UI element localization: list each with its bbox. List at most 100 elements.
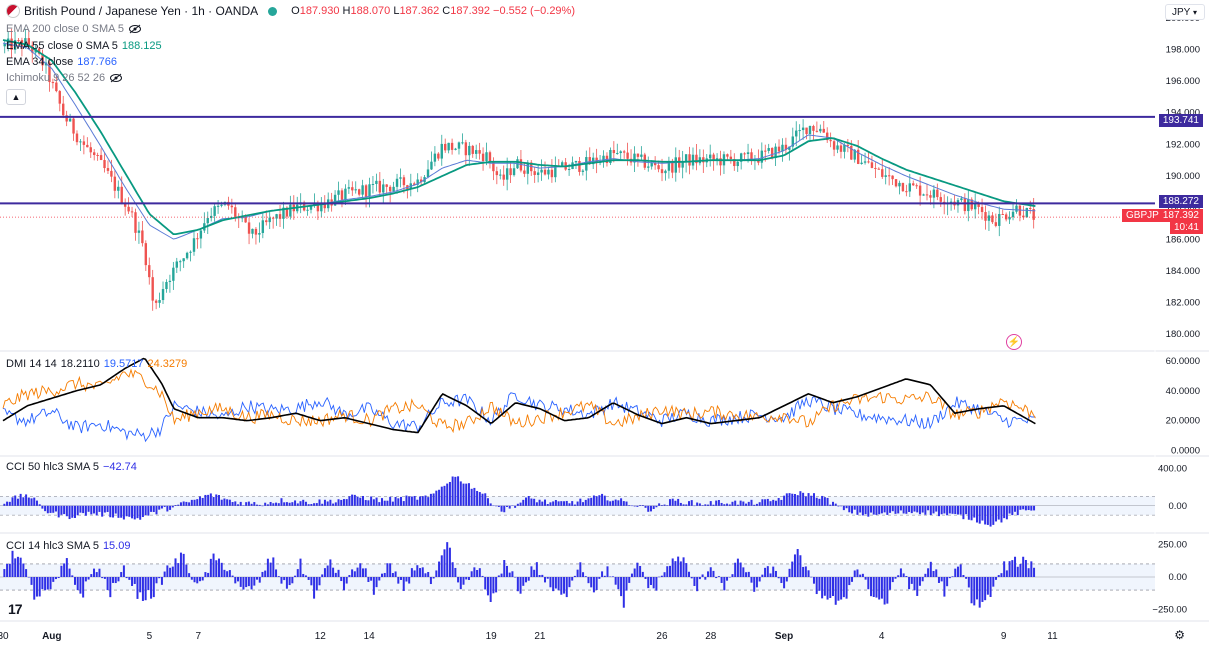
cci50-bar (155, 505, 158, 515)
cci50-bar (872, 505, 875, 515)
candle-body (512, 168, 516, 176)
cci50-bar (584, 499, 587, 506)
cci14-bar (815, 577, 818, 595)
cci14-bar (438, 561, 441, 577)
cci50-bar (245, 502, 248, 506)
cci50-bar (929, 505, 932, 515)
cci14-bar (323, 568, 326, 577)
cci50-bar (435, 490, 438, 506)
cci50-bar (386, 500, 389, 506)
candle-body (801, 127, 805, 131)
cci50-bar (329, 499, 332, 506)
legend-dmi[interactable]: DMI 14 14 18.2110 19.5717 24.3279 (6, 358, 187, 370)
candle-body (533, 171, 536, 175)
legend-ema55[interactable]: EMA 55 close 0 SMA 5 188.125 (6, 40, 162, 52)
cci50-bar (182, 501, 185, 506)
cci14-bar (337, 569, 340, 577)
cci50-bar (207, 494, 210, 506)
cci50-bar (11, 497, 14, 506)
cci50-bar (802, 492, 805, 506)
legend-ema200[interactable]: EMA 200 close 0 SMA 5 (6, 23, 142, 35)
cci50-bar (391, 501, 394, 506)
cci14-bar (834, 577, 837, 605)
cci50-bar (848, 505, 851, 513)
legend-ema34[interactable]: EMA 34 close 187.766 (6, 56, 117, 68)
eye-hidden-icon[interactable] (109, 73, 123, 83)
cci50-bar (209, 493, 212, 506)
cci14-bar (228, 570, 231, 577)
chart-canvas[interactable]: 200.000198.000196.000194.000192.000190.0… (0, 0, 1209, 649)
cci14-bar (720, 577, 723, 583)
cci14-bar (76, 577, 79, 591)
cci50-bar (677, 498, 680, 506)
cci14-bar (541, 574, 544, 577)
cci50-bar (682, 504, 685, 506)
cci50-bar (728, 504, 731, 506)
cci14-bar (663, 572, 666, 577)
cci50-bar (342, 499, 345, 506)
cci14-axis-tick: 0.00 (1169, 572, 1188, 583)
cci14-bar (120, 572, 123, 577)
candle-body (457, 142, 461, 149)
candle-body (681, 161, 684, 168)
cci14-bar (484, 577, 487, 590)
cci14-bar (209, 558, 212, 577)
cci14-bar (405, 577, 408, 582)
cci14-bar (163, 571, 166, 577)
cci14-bar (408, 577, 411, 584)
candle-body (175, 261, 178, 268)
candle-body (130, 211, 134, 213)
cci50-bar (951, 505, 954, 514)
cci50-bar (389, 496, 392, 506)
candle-body (619, 151, 622, 154)
candle-body (1001, 214, 1004, 216)
cci50-bar (503, 505, 506, 513)
cci14-bar (215, 560, 218, 577)
candle-body (808, 126, 812, 135)
legend-cci14[interactable]: CCI 14 hlc3 SMA 5 15.09 (6, 540, 130, 552)
cci14-axis-tick: −250.00 (1152, 605, 1187, 616)
settings-gear-icon[interactable]: ⚙ (1174, 628, 1185, 642)
cci14-bar (443, 549, 446, 577)
eye-hidden-icon[interactable] (128, 24, 142, 34)
candle-body (922, 194, 925, 196)
cci50-bar (345, 499, 348, 506)
cci14-bar (356, 567, 359, 577)
collapse-legend-button[interactable]: ▲ (6, 89, 26, 105)
candle-body (392, 186, 395, 192)
candle-body (805, 127, 808, 135)
legend-ichimoku[interactable]: Ichimoku 9 26 52 26 (6, 72, 123, 84)
cci50-bar (620, 498, 623, 506)
cci50-bar (956, 505, 959, 515)
legend-cci50[interactable]: CCI 50 hlc3 SMA 5 −42.74 (6, 461, 137, 473)
cci50-bar (766, 498, 769, 506)
cci50-bar (112, 505, 115, 518)
cci50-bar (470, 488, 473, 506)
cci50-bar (745, 503, 748, 506)
cci50-bar (671, 498, 674, 506)
lightning-icon[interactable]: ⚡ (1006, 334, 1022, 350)
cci14-bar (166, 565, 169, 577)
cci50-bar (804, 496, 807, 506)
cci50-bar (889, 505, 892, 513)
currency-selector[interactable]: JPY ▾ (1165, 4, 1205, 20)
cci14-bar (71, 575, 74, 577)
time-axis-label: 21 (534, 631, 546, 642)
cci14-bar (984, 577, 987, 601)
cci14-bar (859, 574, 862, 577)
symbol-title[interactable]: British Pound / Japanese Yen · 1h · OAND… (24, 4, 258, 18)
cci14-bar (747, 571, 750, 577)
cci50-bar (158, 505, 161, 510)
cci50-bar (120, 505, 123, 518)
cci14-bar (1030, 561, 1033, 577)
cci50-bar (223, 498, 226, 506)
tradingview-logo[interactable]: 17 (8, 601, 23, 617)
cci14-bar (878, 577, 881, 600)
cci14-bar (739, 562, 742, 577)
cci50-bar (177, 504, 180, 506)
candle-body (660, 169, 664, 174)
cci14-bar (266, 558, 269, 577)
candle-body (137, 230, 141, 233)
candle-body (770, 148, 774, 159)
cci50-bar (636, 505, 639, 507)
